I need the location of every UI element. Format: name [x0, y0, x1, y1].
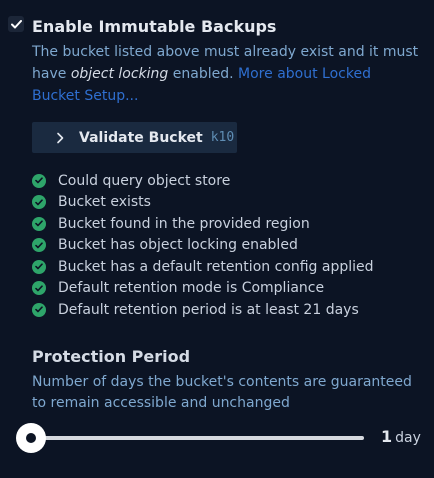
immutable-backups-panel: Enable Immutable Backups The bucket list…: [0, 0, 434, 478]
check-item: Bucket has a default retention config ap…: [32, 256, 374, 278]
check-item-label: Default retention mode is Compliance: [58, 280, 325, 297]
slider-thumb-dot: [26, 433, 36, 443]
enable-immutable-checkbox[interactable]: [8, 16, 24, 32]
chevron-right-icon: [57, 132, 64, 143]
check-item: Bucket found in the provided region: [32, 213, 374, 235]
validate-bucket-button[interactable]: Validate Bucket k10: [32, 122, 237, 153]
immutable-description: The bucket listed above must already exi…: [32, 41, 422, 107]
protection-period-unit: day: [395, 430, 421, 446]
check-item: Default retention mode is Compliance: [32, 278, 374, 300]
check-item-label: Default retention period is at least 21 …: [58, 301, 359, 318]
check-circle-icon: [32, 259, 46, 274]
enable-immutable-title[interactable]: Enable Immutable Backups: [32, 17, 276, 36]
desc-text-after: enabled.: [168, 66, 239, 82]
check-circle-icon: [32, 302, 46, 317]
protection-period-value: 1 day: [381, 427, 421, 446]
check-circle-icon: [32, 238, 46, 253]
check-item: Default retention period is at least 21 …: [32, 299, 374, 321]
protection-period-number: 1: [381, 427, 393, 446]
check-item-label: Bucket has object locking enabled: [58, 237, 298, 254]
check-circle-icon: [32, 216, 46, 231]
validation-checklist: Could query object store Bucket exists Buc…: [32, 170, 374, 321]
check-circle-icon: [32, 173, 46, 188]
check-item-label: Bucket found in the provided region: [58, 215, 310, 232]
check-item: Bucket exists: [32, 192, 374, 214]
check-item-label: Bucket exists: [58, 194, 151, 211]
protection-period-slider[interactable]: [16, 423, 364, 453]
check-icon: [10, 19, 22, 28]
check-item: Could query object store: [32, 170, 374, 192]
validate-bucket-tag: k10: [210, 130, 235, 145]
check-item-label: Bucket has a default retention config ap…: [58, 258, 374, 275]
protection-period-title: Protection Period: [32, 347, 191, 366]
slider-thumb[interactable]: [16, 423, 46, 453]
validate-bucket-label: Validate Bucket: [79, 129, 203, 146]
check-circle-icon: [32, 195, 46, 210]
protection-period-description: Number of days the bucket's contents are…: [32, 374, 412, 411]
desc-emphasis: object locking: [70, 66, 169, 82]
enable-immutable-checkbox-row[interactable]: [8, 16, 24, 32]
check-item: Bucket has object locking enabled: [32, 235, 374, 257]
slider-track[interactable]: [32, 436, 364, 440]
check-item-label: Could query object store: [58, 172, 231, 189]
check-circle-icon: [32, 281, 46, 296]
